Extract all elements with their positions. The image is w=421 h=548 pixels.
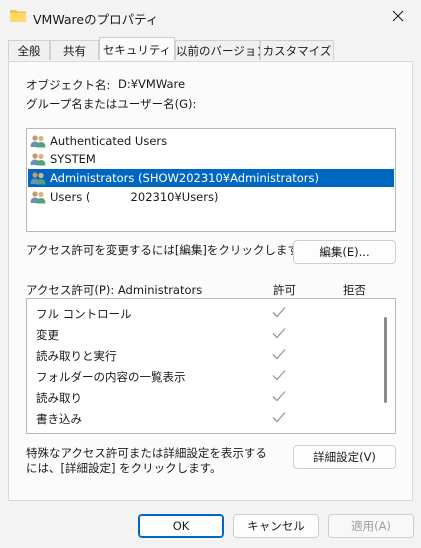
list-item[interactable]: Users ( 202310¥Users) [28,188,394,206]
advanced-hint-line1: 特殊なアクセス許可または詳細設定を表示する [26,446,267,460]
allow-header: 許可 [273,283,296,297]
table-row: 書き込み [27,408,377,429]
ok-button[interactable]: OK [138,514,224,538]
apply-button[interactable]: 適用(A) [328,514,414,538]
object-name-label: オブジェクト名: [26,78,111,92]
title-bar: VMWareのプロパティ [0,0,421,34]
change-hint: アクセス許可を変更するには[編集]をクリックします。 [26,243,310,257]
check-icon [272,307,286,318]
permissions-for-label: アクセス許可(P): Administrators [26,283,203,297]
users-listbox[interactable]: Authenticated Users SYSTEM Administrator… [26,128,396,232]
tab-sharing[interactable]: 共有 [50,40,99,60]
permission-name: 読み取りと実行 [36,349,117,363]
scrollbar[interactable] [384,317,387,403]
advanced-button[interactable]: 詳細設定(V) [293,445,396,469]
tab-customize[interactable]: カスタマイズ [260,40,334,60]
check-icon [272,412,286,423]
tab-security[interactable]: セキュリティ [99,37,175,60]
permission-name: フル コントロール [36,307,132,321]
window-title: VMWareのプロパティ [33,12,159,27]
user-name: Users ( 202310¥Users) [50,190,219,204]
security-panel [8,61,413,501]
user-name: Authenticated Users [50,134,168,148]
permission-name: フォルダーの内容の一覧表示 [36,370,186,384]
dialog-footer: OK キャンセル 適用(A) [0,502,421,548]
user-name: SYSTEM [50,152,96,166]
groups-label: グループ名またはユーザー名(G): [26,97,197,111]
folder-icon [10,10,26,22]
table-row: 読み取りと実行 [27,345,377,366]
tab-previous-versions[interactable]: 以前のバージョン [175,40,268,60]
tab-general[interactable]: 全般 [8,40,50,60]
list-item-selected[interactable]: Administrators (SHOW202310¥Administrator… [28,169,394,187]
user-group-icon [30,191,46,204]
permission-name: 変更 [36,328,59,342]
table-row: 変更 [27,324,377,345]
deny-header: 拒否 [343,283,366,297]
table-row: 読み取り [27,387,377,408]
table-row: フォルダーの内容の一覧表示 [27,366,377,387]
user-group-icon [30,172,46,185]
cancel-button[interactable]: キャンセル [233,514,319,538]
check-icon [272,370,286,381]
user-name: Administrators (SHOW202310¥Administrator… [50,171,319,185]
tab-strip: 全般 共有 セキュリティ 以前のバージョン カスタマイズ [8,37,416,62]
permissions-listbox[interactable]: フル コントロール 変更 読み取りと実行 フォルダーの内容の一覧表示 読み取り … [26,298,396,434]
check-icon [272,328,286,339]
user-group-icon [30,153,46,166]
permission-name: 書き込み [36,412,82,426]
close-icon [392,10,404,22]
close-button[interactable] [375,0,421,32]
list-item[interactable]: Authenticated Users [28,132,394,150]
advanced-hint-line2: には、[詳細設定] をクリックします。 [26,461,222,475]
check-icon [272,391,286,402]
edit-button[interactable]: 編集(E)... [293,240,396,264]
table-row: フル コントロール [27,303,377,324]
permission-name: 読み取り [36,391,82,405]
user-group-icon [30,135,46,148]
object-name-value: D:¥VMWare [118,77,186,91]
list-item[interactable]: SYSTEM [28,150,394,168]
check-icon [272,349,286,360]
